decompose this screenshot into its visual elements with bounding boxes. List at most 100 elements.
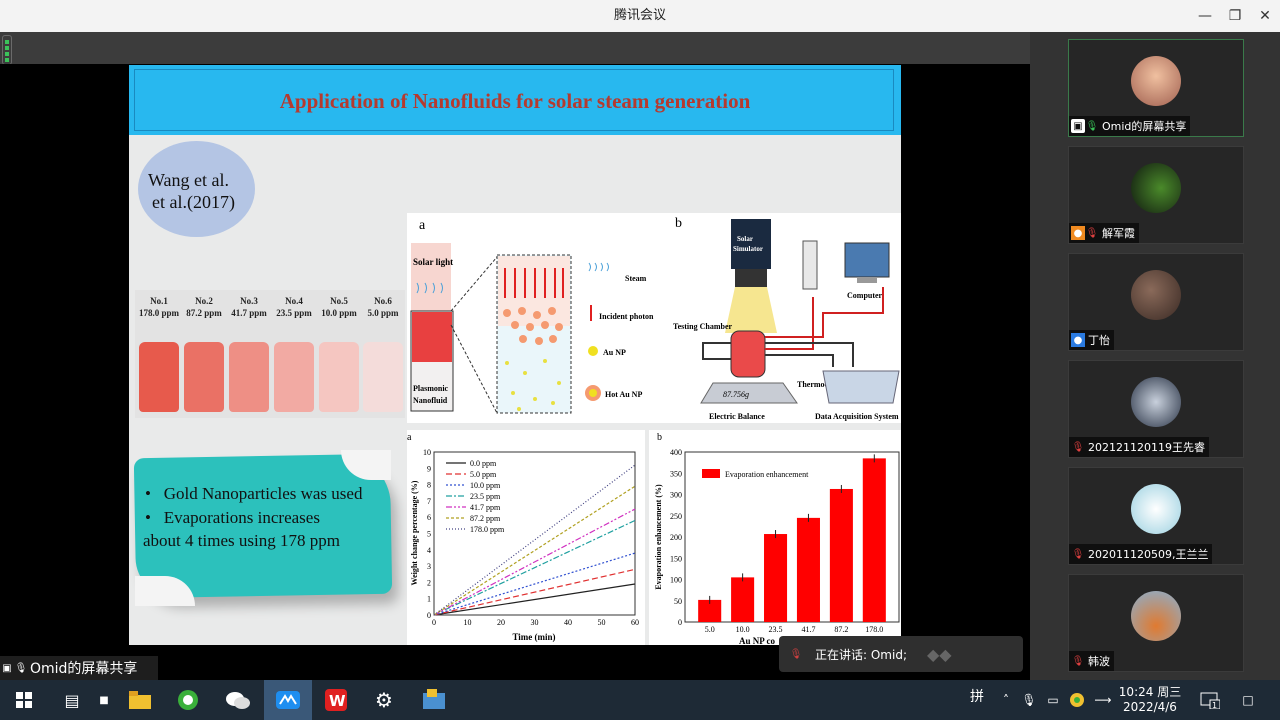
vial-label: No.2 87.2 ppm — [186, 296, 222, 318]
y-tick-label: 3 — [427, 562, 431, 571]
battery-icon[interactable]: ▭ — [1042, 680, 1064, 720]
legend-label: 178.0 ppm — [470, 525, 505, 534]
legend-label: 41.7 ppm — [470, 503, 501, 512]
y-tick-label: 300 — [670, 491, 682, 500]
y-tick-label: 10 — [423, 448, 431, 457]
panel-label: b — [657, 432, 662, 443]
avatar — [1131, 270, 1181, 320]
vial — [229, 342, 269, 412]
x-axis-label: Time (min) — [512, 632, 555, 642]
participant-tile[interactable]: ● 🎙 解军霞 — [1068, 146, 1244, 244]
wps-icon[interactable]: W — [312, 680, 360, 720]
avatar — [1131, 591, 1181, 641]
shared-slide: Application of Nanofluids for solar stea… — [129, 65, 901, 645]
x-axis-label: Au NP co — [739, 636, 776, 645]
clock-date: 2022/4/6 — [1123, 700, 1177, 714]
legend-label: 5.0 ppm — [470, 470, 497, 479]
file-explorer-icon[interactable] — [116, 680, 164, 720]
legend-photon: Incident photon — [599, 312, 654, 321]
y-tick-label: 350 — [670, 469, 682, 478]
x-tick-label: 41.7 — [801, 625, 815, 634]
vials-photo: No.1 178.0 ppm No.2 87.2 ppm No.3 41.7 ppm … — [135, 290, 405, 418]
speaking-label: 正在讲话: Omid; — [815, 647, 907, 662]
settings-icon[interactable]: ⚙ — [360, 680, 408, 720]
bar — [764, 534, 788, 622]
y-tick-label: 2 — [427, 578, 431, 587]
avatar — [1131, 377, 1181, 427]
vial — [363, 342, 403, 412]
participant-tile[interactable]: 🎙 202121120119王先睿 — [1068, 360, 1244, 458]
user-icon: ● — [1071, 226, 1085, 240]
window-title: 腾讯会议 — [613, 8, 666, 23]
y-tick-label: 5 — [427, 530, 431, 539]
y-tick-label: 9 — [427, 464, 431, 473]
legend-label: 87.2 ppm — [470, 514, 501, 523]
legend-hot-au-np: Hot Au NP — [605, 390, 642, 399]
wifi-icon[interactable]: ⟶ — [1092, 680, 1114, 720]
participant-tile[interactable]: 🎙 韩波 — [1068, 574, 1244, 672]
x-tick-label: 60 — [631, 618, 639, 627]
screen-share-indicator[interactable]: ▣ 🎙 Omid的屏幕共享 — [0, 656, 158, 680]
solar-light-label: Solar light — [413, 257, 453, 267]
x-tick-label: 10 — [464, 618, 472, 627]
series-line — [433, 568, 636, 616]
microphone-icon: 🎙 — [1085, 120, 1099, 132]
x-tick-label: 40 — [564, 618, 572, 627]
y-tick-label: 8 — [427, 481, 431, 490]
y-tick-label: 200 — [670, 533, 682, 542]
x-tick-label: 0 — [432, 618, 436, 627]
simulator-label: Solar — [737, 235, 753, 243]
microphone-muted-icon: 🎙 — [1085, 227, 1099, 239]
vial-label: No.4 23.5 ppm — [276, 296, 312, 318]
y-tick-label: 250 — [670, 512, 682, 521]
balance-reading: 87.756g — [723, 390, 749, 399]
start-button[interactable] — [0, 680, 48, 720]
close-button[interactable]: ✕ — [1250, 4, 1280, 28]
bar — [796, 517, 820, 622]
participant-tile[interactable]: 🎙 202011120509,王兰兰 — [1068, 467, 1244, 565]
wechat-icon[interactable] — [214, 680, 262, 720]
notification-icon[interactable]: 1 — [1196, 680, 1224, 720]
citation-line-1: Wang et al. — [148, 170, 230, 190]
avatar — [1131, 163, 1181, 213]
citation-line-2: et al.(2017) — [152, 192, 235, 212]
microphone-icon[interactable]: 🎙 — [1018, 680, 1040, 720]
evaporation-bar-chart: b 0 50 100 150 200 250 300 350 400 5.0 10.0 23.5 41.… — [649, 430, 901, 645]
user-icon: ● — [1071, 333, 1085, 347]
y-tick-label: 0 — [427, 611, 431, 620]
legend-steam: Steam — [625, 274, 647, 283]
microphone-muted-icon: 🎙 — [789, 648, 803, 660]
screen-share-icon: ▣ — [1071, 119, 1085, 133]
chevron-up-icon[interactable]: ˄ — [996, 680, 1016, 720]
participant-name: Omid的屏幕共享 — [1102, 120, 1187, 133]
restore-button[interactable]: ❐ — [1220, 4, 1250, 28]
y-tick-label: 6 — [427, 513, 431, 522]
legend-label: 0.0 ppm — [470, 459, 497, 468]
svg-text:Nanofluid: Nanofluid — [413, 396, 448, 405]
bar — [731, 577, 755, 622]
legend-label: 10.0 ppm — [470, 481, 501, 490]
clock[interactable]: 10:24 周三 2022/4/6 — [1116, 680, 1184, 720]
series-line — [433, 519, 636, 616]
y-tick-label: 0 — [678, 618, 682, 627]
signal-strength-icon — [2, 35, 12, 65]
participant-tile[interactable]: ● 丁怡 — [1068, 253, 1244, 351]
ime-indicator[interactable]: 拼 — [964, 676, 990, 716]
app-icon[interactable] — [410, 680, 458, 720]
citation-bubble: Wang et al. et al.(2017) — [138, 141, 255, 237]
app-tray-icon[interactable] — [1066, 680, 1088, 720]
microphone-icon: 🎙 — [14, 662, 28, 674]
browser-icon[interactable] — [164, 680, 212, 720]
vial — [139, 342, 179, 412]
legend-au-np: Au NP — [603, 348, 626, 357]
participant-name: 202121120119王先睿 — [1088, 441, 1205, 454]
participant-name: 丁怡 — [1088, 334, 1110, 347]
message-icon[interactable]: □ — [1236, 680, 1260, 720]
bullet-item: • Evaporations increases — [145, 508, 320, 527]
series-line — [433, 485, 636, 616]
tencent-meeting-icon[interactable] — [264, 680, 312, 720]
minimize-button[interactable]: — — [1190, 4, 1220, 28]
microphone-muted-icon: 🎙 — [1071, 441, 1085, 453]
participant-tile[interactable]: ▣ 🎙 Omid的屏幕共享 — [1068, 39, 1244, 137]
notification-count: 1 — [1212, 701, 1217, 709]
